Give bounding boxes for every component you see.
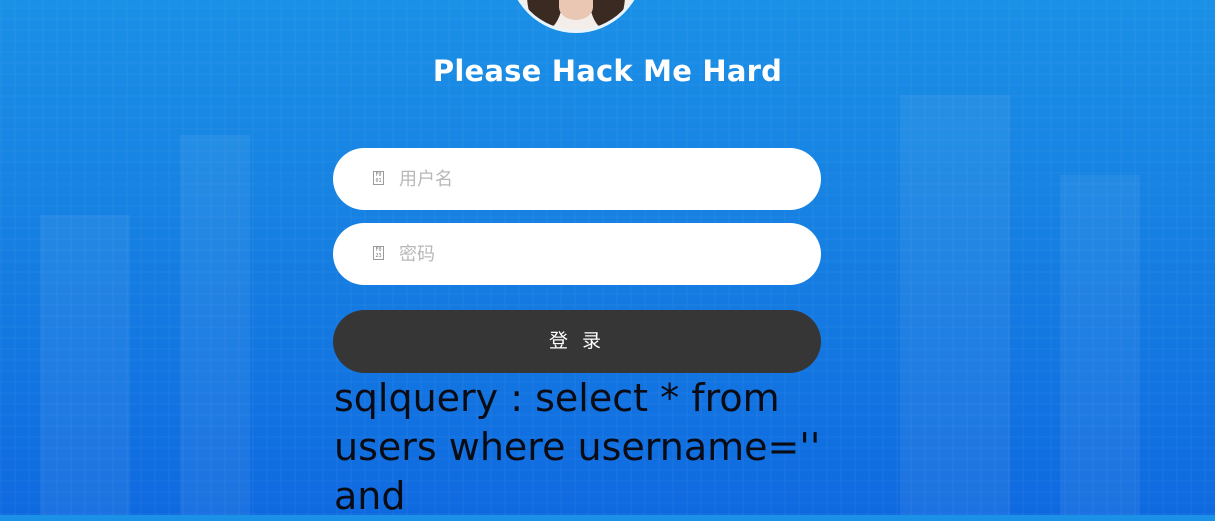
background-building [900, 95, 1010, 515]
avatar-face [559, 0, 593, 20]
sql-query-output: sqlquery : select * from users where use… [334, 376, 821, 518]
avatar-hair-left [527, 0, 563, 30]
avatar [511, 0, 641, 30]
background-building [40, 215, 130, 515]
avatar-hair-right [589, 0, 625, 30]
background-building [1060, 175, 1140, 515]
username-input[interactable] [397, 148, 799, 210]
username-field[interactable]: F0 01 [333, 148, 821, 210]
user-icon: F0 01 [373, 171, 384, 185]
lock-icon: F0 23 [373, 246, 384, 260]
background-building [180, 135, 250, 515]
password-input[interactable] [397, 223, 799, 285]
password-field[interactable]: F0 23 [333, 223, 821, 285]
page-title: Please Hack Me Hard [432, 54, 783, 88]
login-button[interactable]: 登 录 [333, 310, 821, 373]
